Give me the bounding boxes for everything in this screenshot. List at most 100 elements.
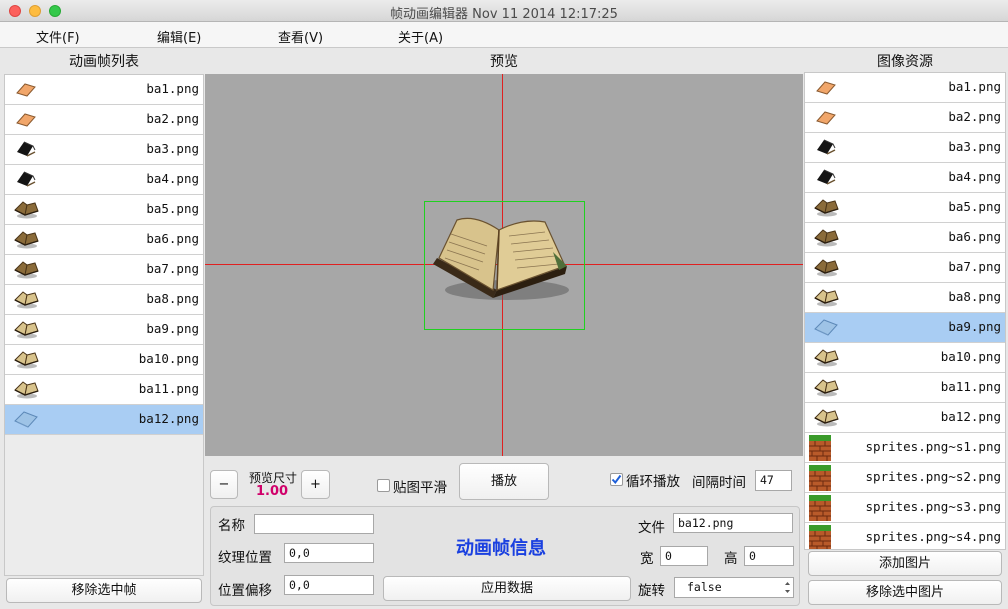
image-resource-item[interactable]: ba2.png	[805, 103, 1005, 133]
zoom-out-button[interactable]: −	[210, 470, 238, 499]
frame-list-title: 动画帧列表	[69, 54, 139, 70]
book-sprite-icon	[13, 318, 39, 342]
title-bar: 帧动画编辑器 Nov 11 2014 12:17:25	[0, 0, 1008, 22]
frame-list-item-label: ba8.png	[146, 291, 199, 306]
book-sprite-icon	[813, 136, 839, 160]
loop-play-checkbox[interactable]	[610, 473, 623, 486]
window-title: 帧动画编辑器 Nov 11 2014 12:17:25	[390, 7, 618, 22]
rotate-spinbox[interactable]: false	[674, 577, 794, 598]
image-resource-list[interactable]: ba1.png ba2.png ba3.png ba4.png ba5.png ba6.p…	[804, 72, 1006, 550]
image-resource-item[interactable]: sprites.png~s3.png	[805, 493, 1005, 523]
height-input[interactable]: 0	[744, 546, 794, 566]
image-resource-item-label: ba2.png	[948, 109, 1001, 124]
frame-list-item[interactable]: ba2.png	[5, 105, 203, 135]
brick-sprite-icon	[809, 465, 835, 491]
smooth-texture-label: 贴图平滑	[393, 480, 447, 496]
image-resource-item[interactable]: ba6.png	[805, 223, 1005, 253]
image-resource-item[interactable]: ba10.png	[805, 343, 1005, 373]
frame-list-item[interactable]: ba1.png	[5, 75, 203, 105]
image-resource-item[interactable]: ba5.png	[805, 193, 1005, 223]
book-sprite-icon	[813, 316, 839, 340]
interval-label: 间隔时间	[692, 475, 746, 491]
frame-list[interactable]: ba1.png ba2.png ba3.png ba4.png ba5.png ba6.p…	[4, 74, 204, 576]
frame-list-item-label: ba12.png	[138, 411, 199, 426]
name-input[interactable]	[254, 514, 374, 534]
book-sprite-image	[433, 217, 569, 300]
frame-list-item-label: ba10.png	[138, 351, 199, 366]
smooth-texture-checkbox[interactable]	[377, 479, 390, 492]
frame-list-item[interactable]: ba12.png	[5, 405, 203, 435]
frame-list-item[interactable]: ba8.png	[5, 285, 203, 315]
brick-sprite-icon	[809, 435, 835, 461]
book-sprite-icon	[813, 106, 839, 130]
book-sprite-icon	[13, 198, 39, 222]
frame-list-item[interactable]: ba4.png	[5, 165, 203, 195]
image-resource-item[interactable]: sprites.png~s2.png	[805, 463, 1005, 493]
frame-list-item-label: ba5.png	[146, 201, 199, 216]
checkmark-icon	[611, 474, 622, 485]
image-resource-item[interactable]: ba3.png	[805, 133, 1005, 163]
book-sprite-icon	[13, 348, 39, 372]
image-resource-item[interactable]: ba4.png	[805, 163, 1005, 193]
remove-selected-frame-button[interactable]: 移除选中帧	[6, 578, 202, 603]
book-sprite-icon	[813, 256, 839, 280]
preview-size-value: 1.00	[256, 484, 289, 499]
image-resource-item[interactable]: ba12.png	[805, 403, 1005, 433]
frame-list-item-label: ba7.png	[146, 261, 199, 276]
book-sprite-icon	[813, 346, 839, 370]
brick-sprite-icon	[809, 525, 835, 549]
rotate-label: 旋转	[638, 583, 665, 599]
book-sprite-icon	[13, 78, 39, 102]
book-sprite-icon	[813, 286, 839, 310]
apply-data-button[interactable]: 应用数据	[383, 576, 631, 601]
frame-list-item[interactable]: ba11.png	[5, 375, 203, 405]
add-image-button[interactable]: 添加图片	[808, 551, 1002, 576]
frame-list-item[interactable]: ba5.png	[5, 195, 203, 225]
file-input[interactable]: ba12.png	[673, 513, 793, 533]
image-resource-item-label: ba3.png	[948, 139, 1001, 154]
image-resource-item[interactable]: sprites.png~s1.png	[805, 433, 1005, 463]
image-resource-item-label: ba4.png	[948, 169, 1001, 184]
spinner-arrows-icon[interactable]	[784, 580, 791, 595]
image-resource-item[interactable]: sprites.png~s4.png	[805, 523, 1005, 549]
menu-about[interactable]: 关于(A)	[398, 27, 443, 46]
width-input[interactable]: 0	[660, 546, 708, 566]
remove-selected-image-button[interactable]: 移除选中图片	[808, 580, 1002, 605]
width-label: 宽	[640, 551, 654, 567]
book-sprite-icon	[813, 166, 839, 190]
image-resource-item[interactable]: ba11.png	[805, 373, 1005, 403]
file-label: 文件	[638, 520, 665, 536]
preview-canvas[interactable]	[205, 74, 803, 456]
frame-list-item[interactable]: ba3.png	[5, 135, 203, 165]
frame-list-item[interactable]: ba9.png	[5, 315, 203, 345]
play-button[interactable]: 播放	[459, 463, 549, 500]
image-resource-item-label: ba10.png	[940, 349, 1001, 364]
frame-list-item[interactable]: ba6.png	[5, 225, 203, 255]
zoom-in-button[interactable]: +	[301, 470, 330, 499]
name-label: 名称	[218, 518, 245, 534]
interval-input[interactable]: 47	[755, 470, 792, 491]
frame-list-item-label: ba11.png	[138, 381, 199, 396]
frame-list-item[interactable]: ba10.png	[5, 345, 203, 375]
image-resource-item-label: ba11.png	[940, 379, 1001, 394]
image-resource-item[interactable]: ba8.png	[805, 283, 1005, 313]
texture-position-input[interactable]: 0,0	[284, 543, 374, 563]
image-resource-item[interactable]: ba9.png	[805, 313, 1005, 343]
menu-bar: 文件(F) 编辑(E) 查看(V) 关于(A)	[0, 22, 1008, 48]
frame-list-item-label: ba6.png	[146, 231, 199, 246]
menu-view[interactable]: 查看(V)	[278, 27, 323, 46]
menu-edit[interactable]: 编辑(E)	[157, 27, 201, 46]
preview-title: 预览	[490, 54, 518, 70]
image-resource-item-label: sprites.png~s4.png	[865, 529, 1001, 544]
brick-sprite-icon	[809, 495, 835, 521]
rotate-value: false	[687, 580, 722, 594]
position-offset-input[interactable]: 0,0	[284, 575, 374, 595]
book-sprite-icon	[813, 226, 839, 250]
menu-file[interactable]: 文件(F)	[36, 27, 80, 46]
image-resource-item[interactable]: ba7.png	[805, 253, 1005, 283]
frame-list-item-label: ba2.png	[146, 111, 199, 126]
book-sprite-icon	[813, 196, 839, 220]
frame-list-item[interactable]: ba7.png	[5, 255, 203, 285]
image-resources-title: 图像资源	[877, 54, 933, 70]
image-resource-item[interactable]: ba1.png	[805, 73, 1005, 103]
